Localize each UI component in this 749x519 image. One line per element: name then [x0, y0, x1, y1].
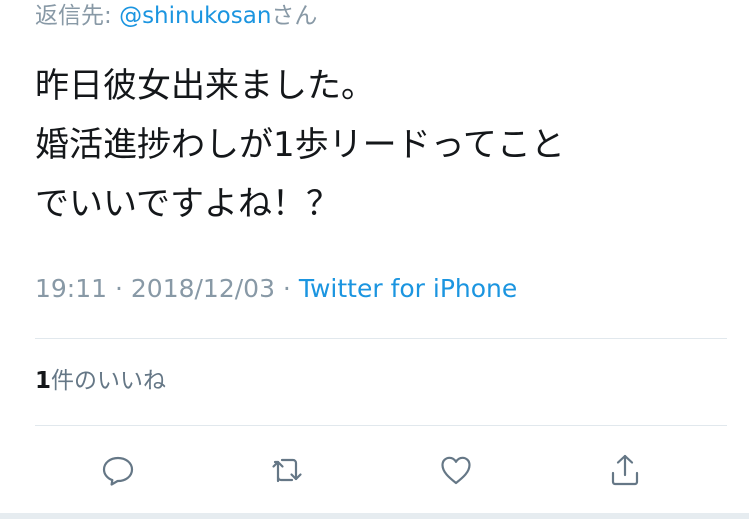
divider — [35, 425, 727, 426]
reply-to-prefix: 返信先: — [35, 3, 120, 29]
reply-to-handle-link[interactable]: @shinukosan — [119, 3, 271, 29]
meta-separator: · — [107, 274, 131, 303]
reply-to-line: 返信先: @shinukosanさん — [35, 2, 317, 30]
tweet-metadata: 19:11 · 2018/12/03 · Twitter for iPhone — [35, 272, 517, 306]
meta-separator: · — [274, 274, 299, 303]
reply-to-suffix: さん — [271, 3, 318, 29]
tweet-text-line: でいいですよね！？ — [35, 184, 340, 224]
divider — [35, 338, 727, 339]
bottom-separator — [0, 513, 749, 519]
reply-icon — [102, 456, 134, 486]
tweet-time[interactable]: 19:11 — [35, 274, 107, 303]
tweet-action-bar — [0, 447, 749, 493]
tweet-text-line: 昨日彼女出来ました。 — [35, 66, 375, 106]
retweet-icon — [272, 458, 302, 483]
reply-button[interactable] — [95, 447, 141, 493]
like-button[interactable] — [433, 447, 479, 493]
tweet-date[interactable]: 2018/12/03 — [131, 274, 275, 303]
retweet-button[interactable] — [264, 447, 310, 493]
tweet-source-link[interactable]: Twitter for iPhone — [299, 274, 517, 303]
tweet-text: 昨日彼女出来ました。 婚活進捗わしが1歩リードってこと でいいですよね！？ — [35, 57, 735, 234]
likes-label: 件のいいね — [51, 368, 167, 394]
heart-icon — [441, 456, 471, 485]
likes-count: 1 — [35, 368, 52, 394]
likes-count-link[interactable]: 1件のいいね — [35, 366, 166, 396]
tweet-text-line: 婚活進捗わしが1歩リードってこと — [35, 125, 565, 165]
share-icon — [611, 454, 639, 486]
share-button[interactable] — [602, 447, 648, 493]
